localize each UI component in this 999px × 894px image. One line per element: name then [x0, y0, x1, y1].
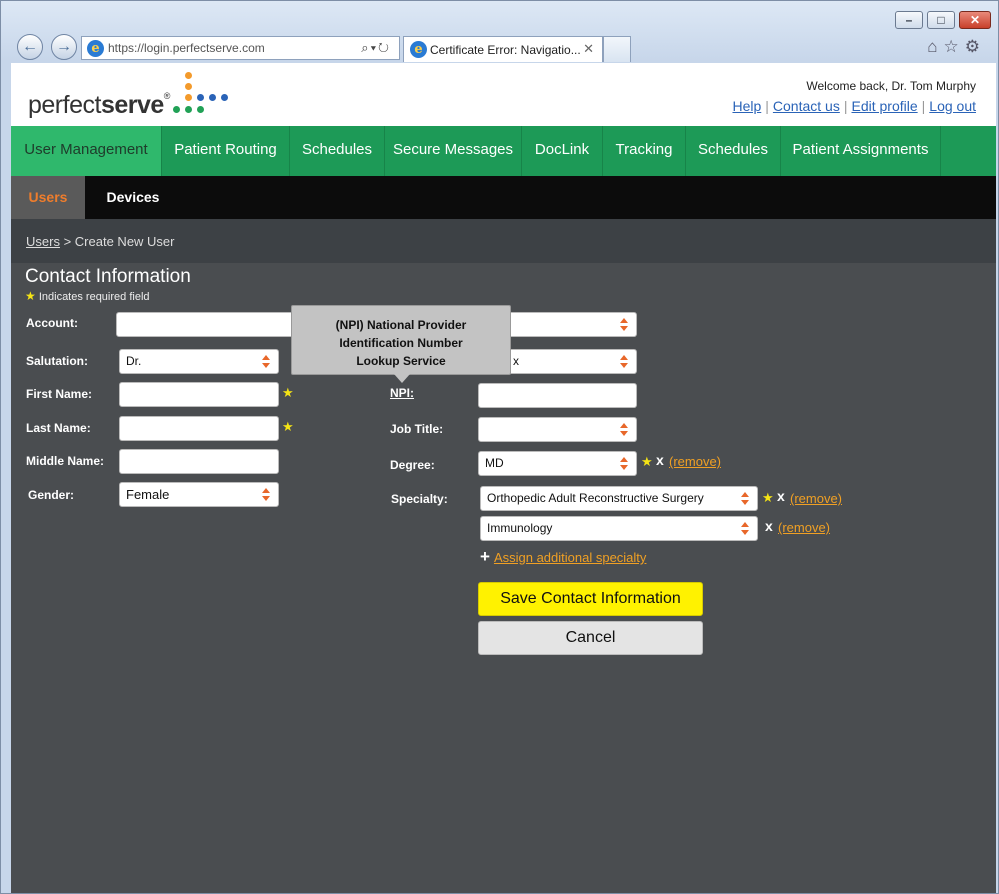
- degree-select[interactable]: MD: [478, 451, 637, 476]
- npi-input[interactable]: [478, 383, 637, 408]
- nav-doclink[interactable]: DocLink: [522, 126, 603, 176]
- ie-logo-icon: e: [87, 40, 104, 57]
- nav-schedules-2[interactable]: Schedules: [686, 126, 781, 176]
- degree-label: Degree:: [390, 458, 435, 472]
- sub-nav: Users Devices: [11, 176, 996, 219]
- address-url: https://login.perfectserve.com: [108, 41, 265, 55]
- browser-tab[interactable]: e Certificate Error: Navigatio... ✕: [403, 36, 603, 62]
- address-bar[interactable]: e https://login.perfectserve.com ⌕▾↻: [81, 36, 400, 60]
- ie-logo-icon: e: [410, 41, 427, 58]
- assign-specialty-link[interactable]: Assign additional specialty: [494, 550, 646, 565]
- home-icon[interactable]: ⌂: [927, 37, 943, 56]
- required-star-icon: ★: [641, 454, 653, 469]
- maximize-button[interactable]: □: [927, 11, 955, 29]
- close-button[interactable]: ✕: [959, 11, 991, 29]
- tab-close-icon[interactable]: ✕: [583, 41, 594, 57]
- job-title-label: Job Title:: [390, 422, 444, 436]
- cancel-button[interactable]: Cancel: [478, 621, 703, 655]
- specialty-select-2[interactable]: Immunology: [480, 516, 758, 541]
- search-refresh-icons[interactable]: ⌕▾↻: [361, 40, 391, 56]
- select-arrows-icon: [262, 354, 270, 369]
- tab-title: Certificate Error: Navigatio...: [430, 43, 581, 57]
- forward-arrow-icon: →: [56, 38, 72, 55]
- plus-icon[interactable]: +: [480, 547, 490, 566]
- nav-tracking[interactable]: Tracking: [603, 126, 686, 176]
- select-arrows-icon: [741, 521, 749, 536]
- job-title-select[interactable]: [478, 417, 637, 442]
- breadcrumb-current: Create New User: [74, 234, 175, 249]
- gender-select[interactable]: Female: [119, 482, 279, 507]
- specialty-label: Specialty:: [391, 492, 448, 506]
- required-star-icon: ★: [762, 490, 774, 505]
- perfectserve-logo[interactable]: perfectserve®: [28, 91, 170, 120]
- help-link[interactable]: Help: [732, 98, 761, 114]
- forward-button[interactable]: →: [51, 34, 77, 60]
- gender-label: Gender:: [28, 488, 75, 502]
- gear-icon[interactable]: ⚙: [965, 37, 986, 56]
- account-label: Account:: [26, 316, 78, 330]
- remove-specialty-1-link[interactable]: (remove): [790, 491, 842, 506]
- npi-lookup-link[interactable]: NPI:: [390, 386, 414, 400]
- nav-patient-routing[interactable]: Patient Routing: [162, 126, 290, 176]
- breadcrumb-bar: Users > Create New User: [11, 219, 996, 263]
- breadcrumb: Users > Create New User: [26, 234, 175, 249]
- remove-degree-x-icon[interactable]: x: [656, 452, 664, 468]
- save-contact-button[interactable]: Save Contact Information: [478, 582, 703, 616]
- tooltip-pointer: [394, 374, 410, 383]
- remove-degree-link[interactable]: (remove): [669, 454, 721, 469]
- select-arrows-icon: [620, 422, 628, 437]
- salutation-label: Salutation:: [26, 354, 88, 368]
- favorites-star-icon[interactable]: ☆: [944, 37, 965, 56]
- breadcrumb-users-link[interactable]: Users: [26, 234, 60, 249]
- site-header: perfectserve® Welcome back, Dr. Tom Murp…: [11, 63, 996, 126]
- new-tab-button[interactable]: [603, 36, 631, 62]
- assign-specialty: + Assign additional specialty: [480, 547, 646, 567]
- header-links: Help | Contact us | Edit profile | Log out: [732, 98, 976, 114]
- salutation-select[interactable]: Dr.: [119, 349, 279, 374]
- npi-tooltip: (NPI) National Provider Identification N…: [291, 305, 511, 383]
- select-arrows-icon: [620, 317, 628, 332]
- welcome-text: Welcome back, Dr. Tom Murphy: [806, 79, 976, 93]
- middle-name-input[interactable]: [119, 449, 279, 474]
- subnav-devices[interactable]: Devices: [85, 176, 181, 219]
- first-name-label: First Name:: [26, 387, 93, 401]
- nav-user-management[interactable]: User Management: [11, 126, 162, 176]
- middle-name-label: Middle Name:: [26, 454, 105, 468]
- main-nav: User Management Patient Routing Schedule…: [11, 126, 996, 176]
- form-title: Contact Information: [25, 266, 191, 287]
- specialty-select-1[interactable]: Orthopedic Adult Reconstructive Surgery: [480, 486, 758, 511]
- select-arrows-icon: [620, 354, 628, 369]
- nav-patient-assignments[interactable]: Patient Assignments: [781, 126, 941, 176]
- back-button[interactable]: ←: [17, 34, 43, 60]
- contact-us-link[interactable]: Contact us: [773, 98, 840, 114]
- account-input[interactable]: [116, 312, 306, 337]
- first-name-input[interactable]: [119, 382, 279, 407]
- required-note: ★ Indicates required field: [25, 289, 150, 303]
- browser-toolbar-icons: ⌂☆⚙: [927, 37, 986, 57]
- required-star-icon: ★: [282, 385, 294, 400]
- subnav-users[interactable]: Users: [11, 176, 85, 219]
- back-arrow-icon: ←: [22, 38, 38, 55]
- browser-window: – □ ✕ ← → e https://login.perfectserve.c…: [0, 0, 999, 894]
- remove-specialty-2-link[interactable]: (remove): [778, 520, 830, 535]
- remove-specialty-2-x-icon[interactable]: x: [765, 518, 773, 534]
- required-star-icon: ★: [282, 419, 294, 434]
- page-content: perfectserve® Welcome back, Dr. Tom Murp…: [11, 63, 996, 893]
- nav-schedules[interactable]: Schedules: [290, 126, 385, 176]
- last-name-input[interactable]: [119, 416, 279, 441]
- minimize-button[interactable]: –: [895, 11, 923, 29]
- select-arrows-icon: [262, 487, 270, 502]
- nav-secure-messages[interactable]: Secure Messages: [385, 126, 522, 176]
- select-arrows-icon: [620, 456, 628, 471]
- select-arrows-icon: [741, 491, 749, 506]
- log-out-link[interactable]: Log out: [929, 98, 976, 114]
- edit-profile-link[interactable]: Edit profile: [851, 98, 917, 114]
- last-name-label: Last Name:: [26, 421, 91, 435]
- remove-specialty-1-x-icon[interactable]: x: [777, 488, 785, 504]
